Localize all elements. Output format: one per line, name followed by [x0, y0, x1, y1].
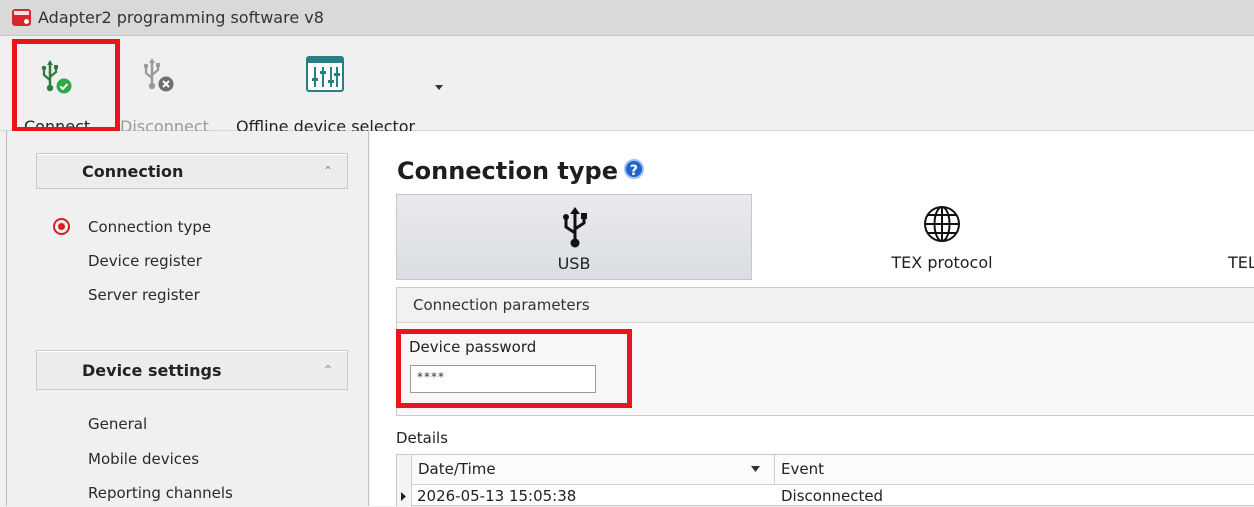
window-title: Adapter2 programming software v8: [38, 8, 324, 27]
column-header-datetime[interactable]: Date/Time: [412, 455, 775, 485]
page-title: Connection type?: [397, 157, 644, 185]
details-table: Date/Time Event 2026-05-13 15:05:38 Disc…: [396, 454, 1254, 507]
chevron-up-icon: ⌃: [322, 164, 333, 178]
sidebar-item-server-register[interactable]: Server register: [88, 286, 200, 304]
disconnect-button[interactable]: Disconnect: [116, 50, 216, 136]
row-pointer-icon: [401, 492, 406, 501]
connection-type-label: TEX protocol: [891, 253, 993, 272]
help-icon[interactable]: ?: [623, 159, 644, 179]
offline-device-selector-button[interactable]: Offline device selector: [236, 50, 420, 136]
connection-type-label: USB: [557, 254, 591, 273]
connection-type-usb[interactable]: USB: [396, 194, 752, 280]
sort-dropdown-icon[interactable]: [751, 466, 760, 472]
password-highlight-box: [396, 329, 632, 408]
globe-icon: [924, 206, 960, 242]
sidebar-item-device-register[interactable]: Device register: [88, 252, 202, 270]
column-header-event[interactable]: Event: [775, 455, 1254, 485]
sidebar-group-device-settings[interactable]: Device settings ⌃: [36, 350, 348, 390]
table-cell-event: Disconnected: [781, 487, 884, 505]
sidebar-item-general[interactable]: General: [88, 415, 147, 433]
title-bar: Adapter2 programming software v8: [0, 0, 1254, 36]
usb-icon: [563, 207, 587, 248]
chevron-up-icon: ⌃: [322, 363, 333, 377]
sidebar-group-title: Connection: [82, 162, 184, 181]
sidebar-item-reporting-channels[interactable]: Reporting channels: [88, 484, 233, 502]
equalizer-icon: [306, 56, 344, 92]
table-cell-datetime: 2026-05-13 15:05:38: [417, 487, 577, 505]
toolbar: Connect Disconnect Offline device select…: [0, 36, 1254, 136]
details-label: Details: [396, 429, 449, 447]
connect-highlight-box: [12, 39, 120, 132]
sidebar-group-title: Device settings: [82, 361, 222, 380]
app-logo-icon: [12, 9, 31, 26]
connection-type-label: TEL: [1228, 253, 1254, 272]
selected-radio-icon: [53, 218, 70, 235]
sidebar-group-connection[interactable]: Connection ⌃: [36, 153, 348, 189]
usb-disconnect-icon: [143, 58, 174, 92]
connection-parameters-header: Connection parameters: [413, 296, 590, 314]
sidebar-item-mobile-devices[interactable]: Mobile devices: [88, 450, 199, 468]
row-selector[interactable]: [397, 455, 412, 507]
connection-type-tex-protocol[interactable]: TEX protocol: [752, 194, 1132, 280]
ribbon-dropdown-icon[interactable]: [434, 84, 444, 92]
connection-type-tel[interactable]: TEL: [1228, 194, 1254, 280]
sidebar-item-connection-type[interactable]: Connection type: [88, 218, 211, 236]
